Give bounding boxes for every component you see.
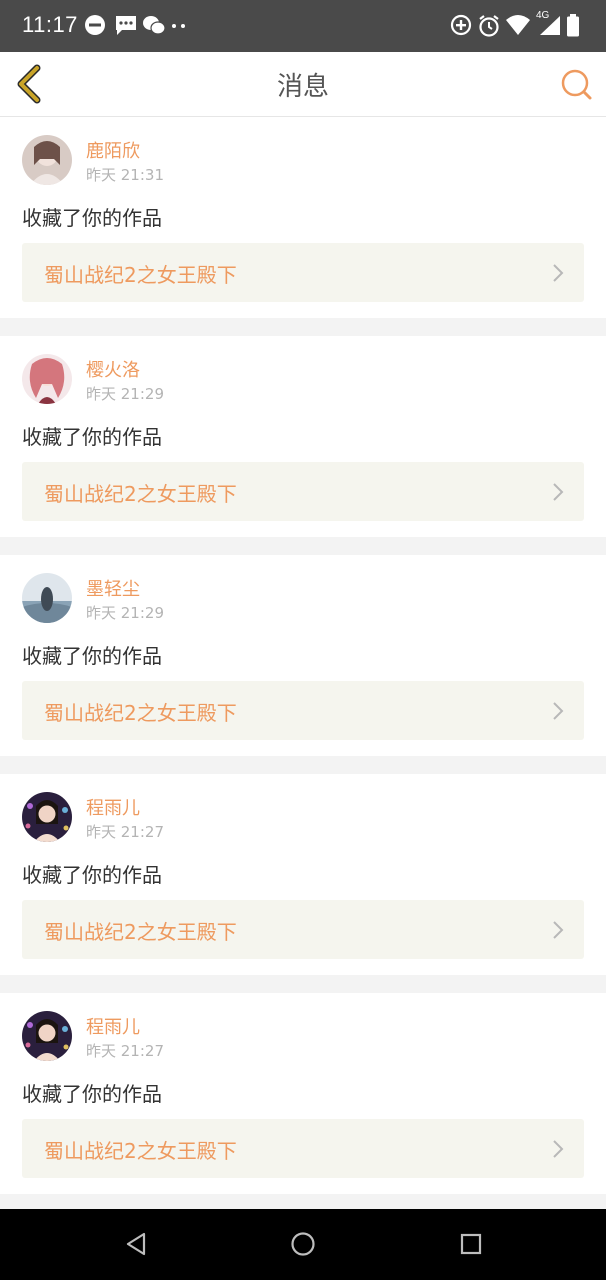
- avatar[interactable]: [22, 573, 72, 623]
- action-text: 收藏了你的作品: [22, 206, 162, 230]
- data-saver-icon: [450, 14, 472, 36]
- chevron-right-icon: [553, 1140, 564, 1158]
- message-card: 墨轻尘 昨天 21:29 收藏了你的作品 蜀山战纪2之女王殿下: [0, 555, 606, 756]
- message-list: 鹿陌欣 昨天 21:31 收藏了你的作品 蜀山战纪2之女王殿下 樱火洛 昨天 2…: [0, 117, 606, 1212]
- status-bar: 11:17 4G: [0, 0, 606, 52]
- alarm-icon: [479, 15, 499, 37]
- user-avatar-image: [22, 1011, 72, 1061]
- wechat-icon: [143, 16, 166, 35]
- work-link[interactable]: 蜀山战纪2之女王殿下: [22, 462, 584, 521]
- wifi-icon: [506, 15, 530, 35]
- work-link[interactable]: 蜀山战纪2之女王殿下: [22, 243, 584, 302]
- user-avatar-image: [22, 354, 72, 404]
- work-title: 蜀山战纪2之女王殿下: [44, 1139, 237, 1163]
- username[interactable]: 程雨儿: [86, 1013, 140, 1039]
- timestamp: 昨天 21:31: [86, 166, 164, 184]
- signal-icon: [540, 16, 560, 35]
- battery-icon: [567, 14, 579, 37]
- status-time: 11:17: [22, 12, 78, 37]
- message-card: 鹿陌欣 昨天 21:31 收藏了你的作品 蜀山战纪2之女王殿下: [0, 117, 606, 318]
- user-avatar-image: [22, 135, 72, 185]
- user-avatar-image: [22, 792, 72, 842]
- chevron-right-icon: [553, 702, 564, 720]
- avatar[interactable]: [22, 354, 72, 404]
- header-bar: 消息: [0, 52, 606, 117]
- action-text: 收藏了你的作品: [22, 425, 162, 449]
- avatar[interactable]: [22, 792, 72, 842]
- page-title: 消息: [276, 72, 329, 102]
- chevron-right-icon: [553, 921, 564, 939]
- username[interactable]: 鹿陌欣: [86, 137, 140, 163]
- message-card: 樱火洛 昨天 21:29 收藏了你的作品 蜀山战纪2之女王殿下: [0, 336, 606, 537]
- action-text: 收藏了你的作品: [22, 644, 162, 668]
- message-icon: [116, 16, 136, 35]
- message-card: 程雨儿 昨天 21:27 收藏了你的作品 蜀山战纪2之女王殿下: [0, 774, 606, 975]
- timestamp: 昨天 21:27: [86, 1042, 164, 1060]
- timestamp: 昨天 21:27: [86, 823, 164, 841]
- home-circle-icon[interactable]: [290, 1231, 316, 1257]
- work-link[interactable]: 蜀山战纪2之女王殿下: [22, 1119, 584, 1178]
- chevron-right-icon: [553, 483, 564, 501]
- user-avatar-image: [22, 573, 72, 623]
- timestamp: 昨天 21:29: [86, 604, 164, 622]
- action-text: 收藏了你的作品: [22, 863, 162, 887]
- back-triangle-icon[interactable]: [124, 1231, 148, 1257]
- recents-square-icon[interactable]: [459, 1231, 483, 1257]
- work-title: 蜀山战纪2之女王殿下: [44, 920, 237, 944]
- do-not-disturb-icon: [85, 15, 105, 35]
- username[interactable]: 樱火洛: [86, 356, 140, 382]
- action-text: 收藏了你的作品: [22, 1082, 162, 1106]
- work-title: 蜀山战纪2之女王殿下: [44, 263, 237, 287]
- system-nav-bar: [0, 1209, 606, 1280]
- work-link[interactable]: 蜀山战纪2之女王殿下: [22, 900, 584, 959]
- work-title: 蜀山战纪2之女王殿下: [44, 482, 237, 506]
- chevron-right-icon: [553, 264, 564, 282]
- avatar[interactable]: [22, 1011, 72, 1061]
- more-dots-icon: [172, 24, 185, 28]
- timestamp: 昨天 21:29: [86, 385, 164, 403]
- username[interactable]: 墨轻尘: [86, 575, 140, 601]
- work-link[interactable]: 蜀山战纪2之女王殿下: [22, 681, 584, 740]
- work-title: 蜀山战纪2之女王殿下: [44, 701, 237, 725]
- search-icon[interactable]: [560, 68, 594, 102]
- username[interactable]: 程雨儿: [86, 794, 140, 820]
- avatar[interactable]: [22, 135, 72, 185]
- message-card: 程雨儿 昨天 21:27 收藏了你的作品 蜀山战纪2之女王殿下: [0, 993, 606, 1194]
